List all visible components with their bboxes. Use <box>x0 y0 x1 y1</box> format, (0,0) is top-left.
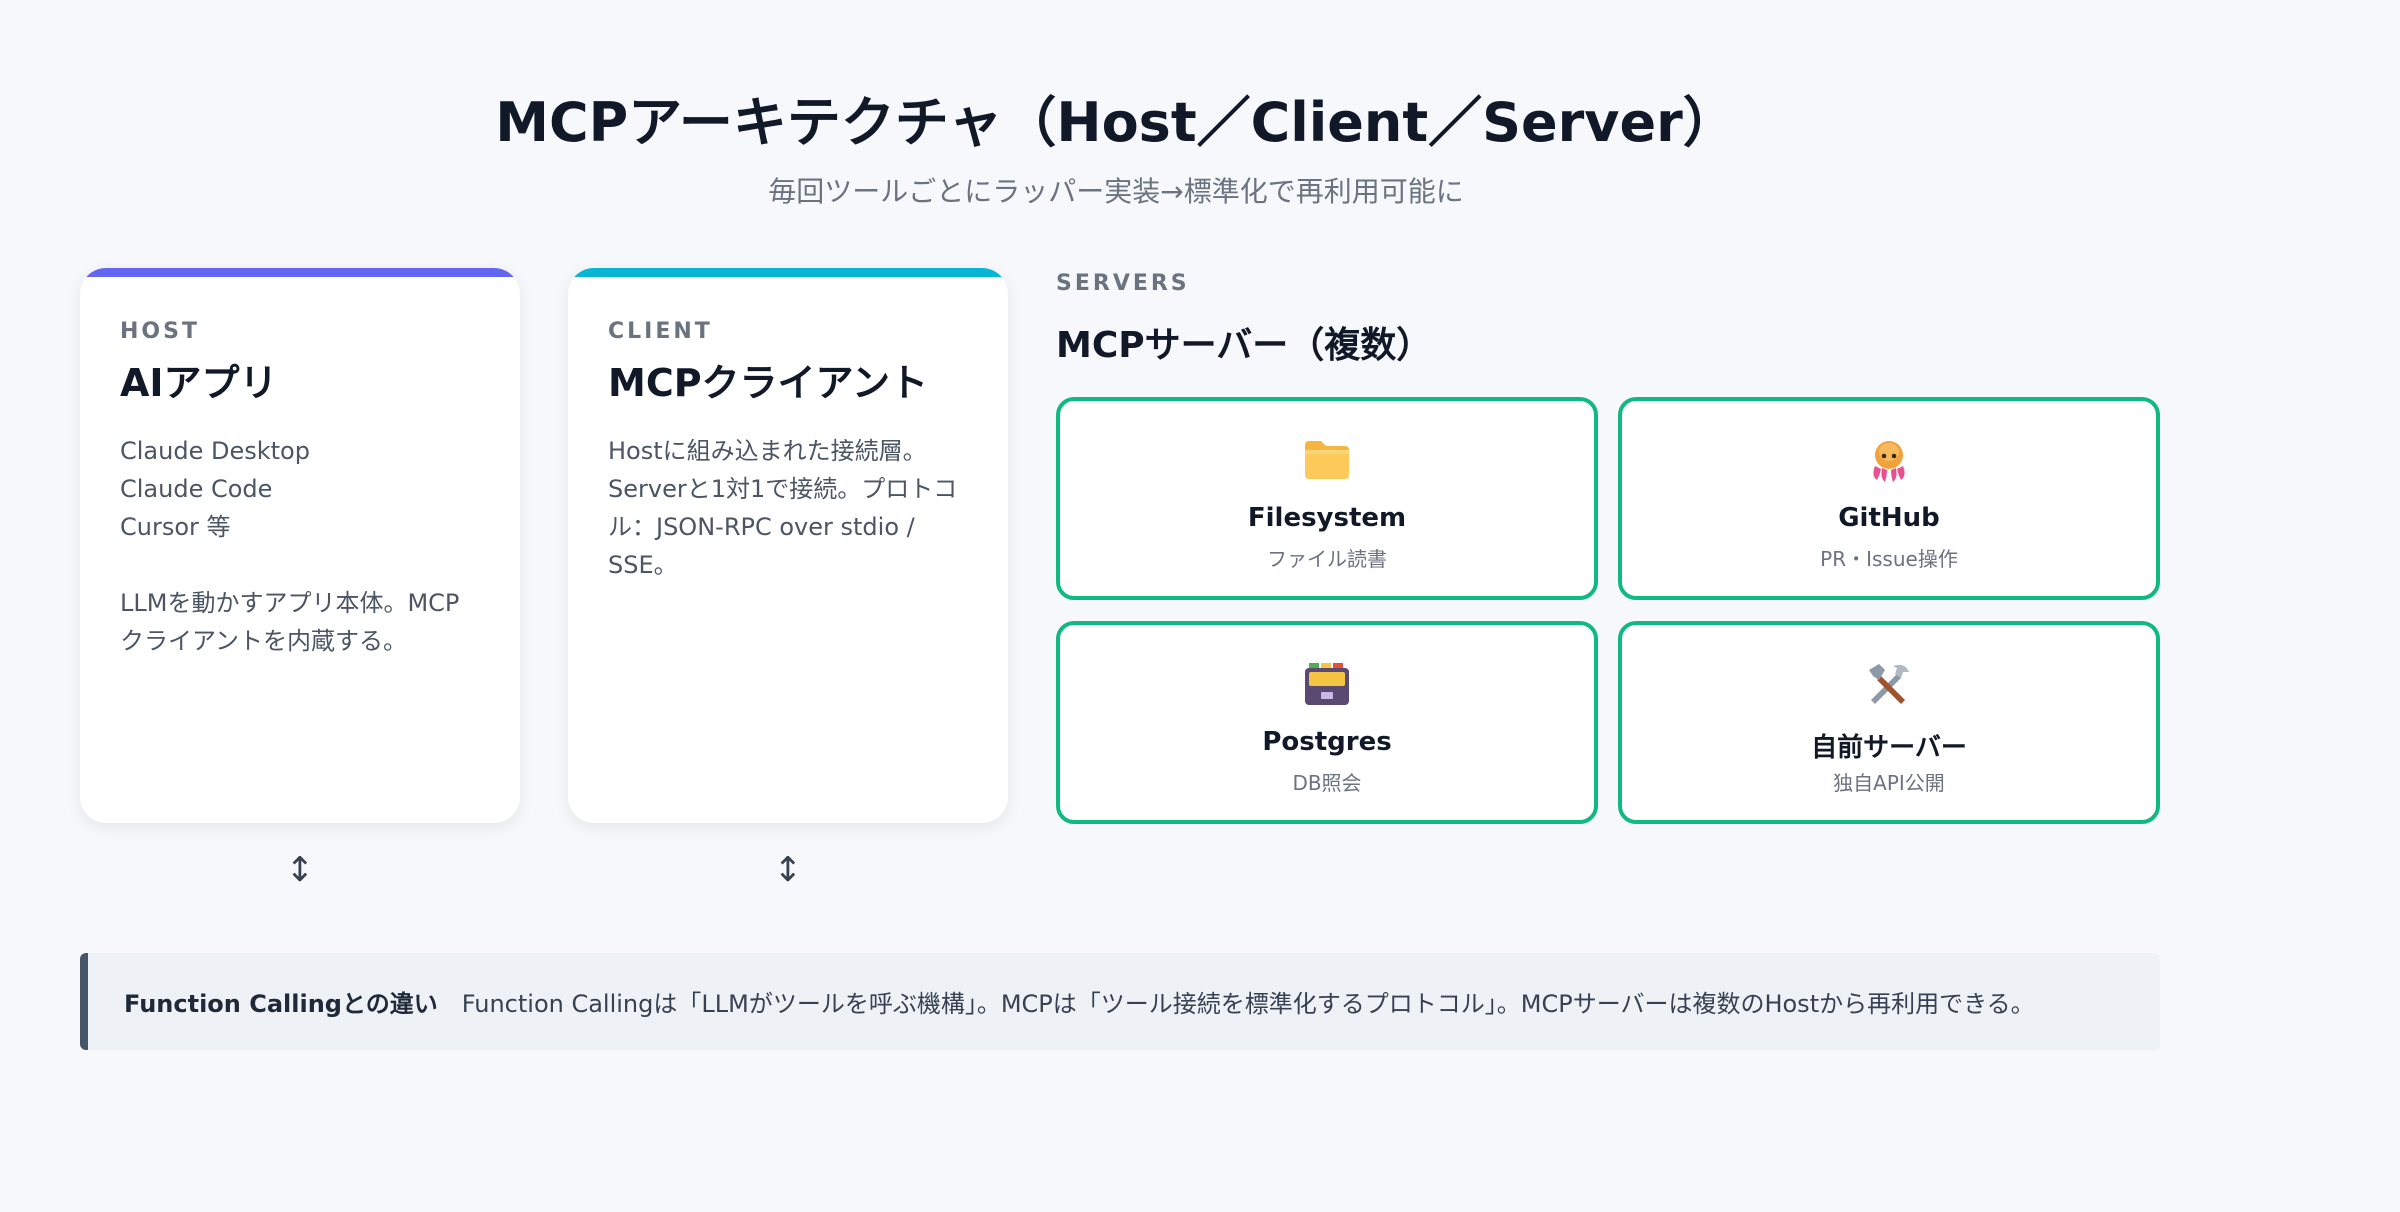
server-card-postgres: Postgres DB照会 <box>1056 621 1598 824</box>
host-card: HOST AIアプリ Claude Desktop Claude Code Cu… <box>80 268 520 823</box>
comparison-note: Function Callingとの違い Function Callingは「L… <box>80 953 2160 1050</box>
client-description: Hostに組み込まれた接続層。 Serverと1対1で接続。プロトコ ル：JSO… <box>608 437 958 579</box>
octopus-icon <box>1622 435 2156 485</box>
server-description: 独自API公開 <box>1833 771 1945 795</box>
client-title: MCPクライアント <box>608 361 929 405</box>
database-cabinet-icon <box>1060 659 1594 709</box>
server-card-custom: 自前サーバー 独自API公開 <box>1618 621 2160 824</box>
server-description: DB照会 <box>1292 771 1362 795</box>
page-title: MCPアーキテクチャ（Host／Client／Server） <box>495 91 1737 154</box>
servers-title: MCPサーバー（複数） <box>1056 325 1433 366</box>
note-text: Function Callingは「LLMがツールを呼ぶ機構」。MCPは「ツール… <box>461 990 2035 1018</box>
server-name: Filesystem <box>1247 503 1407 533</box>
client-label: CLIENT <box>608 319 713 344</box>
client-connection-arrow: ↕ <box>773 850 803 890</box>
server-description: PR・Issue操作 <box>1820 547 1958 571</box>
server-name: Postgres <box>1262 727 1392 757</box>
host-connection-arrow: ↕ <box>285 850 315 890</box>
page-subtitle: 毎回ツールごとにラッパー実装→標準化で再利用可能に <box>768 175 1464 208</box>
server-description: ファイル読書 <box>1267 547 1387 571</box>
client-card: CLIENT MCPクライアント Hostに組み込まれた接続層。 Serverと… <box>568 268 1008 823</box>
tools-icon <box>1622 659 2156 709</box>
folder-icon <box>1060 435 1594 485</box>
servers-label: SERVERS <box>1056 271 1190 296</box>
host-description: Claude Desktop Claude Code Cursor 等 LLMを… <box>120 437 460 655</box>
note-heading: Function Callingとの違い <box>124 990 438 1018</box>
server-card-github: GitHub PR・Issue操作 <box>1618 397 2160 600</box>
server-name: GitHub <box>1838 503 1940 533</box>
host-label: HOST <box>120 319 200 344</box>
host-title: AIアプリ <box>120 361 278 405</box>
server-card-filesystem: Filesystem ファイル読書 <box>1056 397 1598 600</box>
server-name: 自前サーバー <box>1811 733 1967 763</box>
